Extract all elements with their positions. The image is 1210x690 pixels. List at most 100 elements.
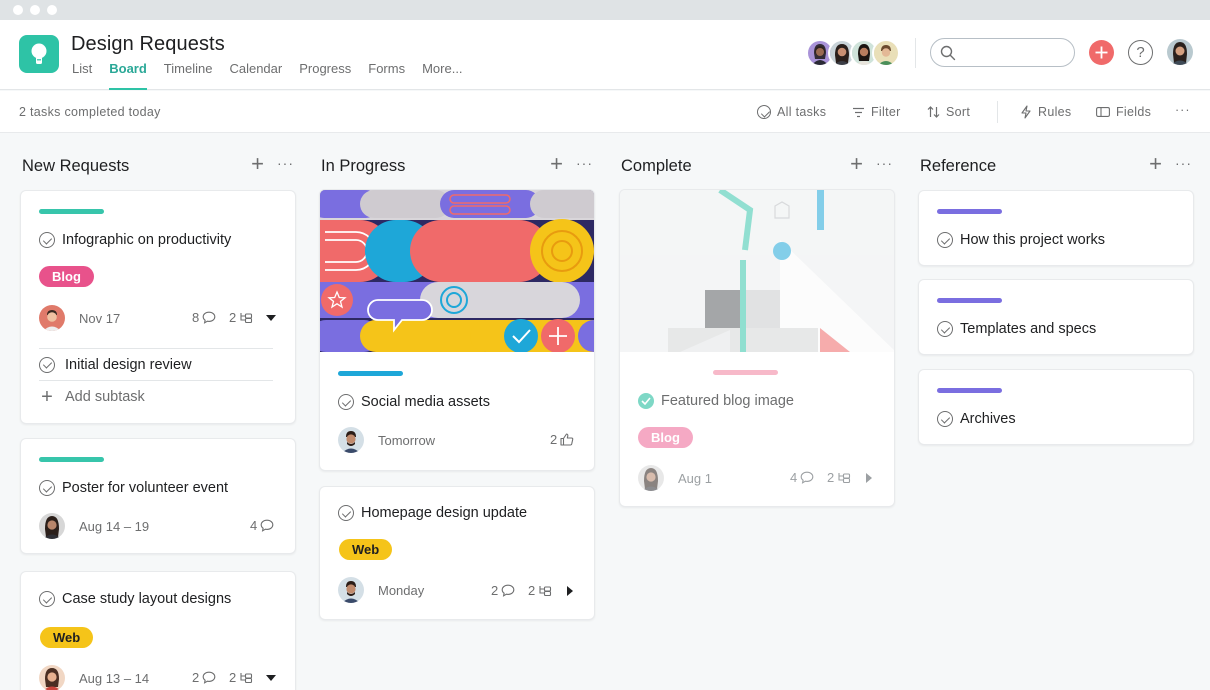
task-card[interactable]: Archives bbox=[918, 369, 1194, 445]
due-date[interactable]: Aug 14 – 19 bbox=[79, 519, 149, 534]
quick-add-button[interactable] bbox=[1089, 40, 1114, 65]
task-card[interactable]: Case study layout designs Web Aug 13 – 1… bbox=[20, 571, 296, 690]
task-title[interactable]: Archives bbox=[937, 411, 1016, 427]
caret-down-icon[interactable] bbox=[266, 315, 276, 321]
due-date[interactable]: Aug 13 – 14 bbox=[79, 671, 149, 686]
assignee-avatar[interactable] bbox=[338, 427, 364, 453]
subtask-count[interactable]: 2 bbox=[827, 470, 851, 485]
check-circle-icon[interactable] bbox=[39, 232, 55, 248]
sort-button[interactable]: Sort bbox=[927, 105, 970, 119]
add-task-button[interactable]: + bbox=[251, 152, 264, 176]
check-circle-icon[interactable] bbox=[39, 356, 55, 373]
task-card[interactable]: Homepage design update Web Monday 2 2 bbox=[319, 486, 595, 620]
tag-blog[interactable]: Blog bbox=[638, 427, 693, 448]
task-title[interactable]: Case study layout designs bbox=[39, 591, 231, 607]
task-title[interactable]: Homepage design update bbox=[338, 505, 527, 521]
add-subtask-button[interactable]: + Add subtask bbox=[39, 380, 273, 412]
subtask-item[interactable]: Initial design review bbox=[39, 348, 273, 380]
column-more-button[interactable]: ··· bbox=[277, 153, 294, 173]
column-more-button[interactable]: ··· bbox=[576, 153, 593, 173]
due-date[interactable]: Monday bbox=[378, 583, 424, 598]
column-new-requests: New Requests + ··· Infographic on produc… bbox=[20, 133, 298, 690]
column-header: New Requests + ··· bbox=[20, 133, 298, 189]
task-title[interactable]: Social media assets bbox=[338, 394, 490, 410]
caret-right-icon[interactable] bbox=[866, 473, 872, 483]
tab-progress[interactable]: Progress bbox=[299, 61, 351, 90]
rules-button[interactable]: Rules bbox=[1020, 105, 1071, 119]
check-circle-icon[interactable] bbox=[338, 505, 354, 521]
subtask-icon bbox=[838, 472, 851, 483]
task-title[interactable]: Poster for volunteer event bbox=[39, 480, 228, 496]
task-title[interactable]: Featured blog image bbox=[638, 393, 794, 409]
due-date[interactable]: Nov 17 bbox=[79, 311, 120, 326]
task-card[interactable]: How this project works bbox=[918, 190, 1194, 266]
app-logo-icon[interactable] bbox=[19, 35, 59, 73]
assignee-avatar[interactable] bbox=[39, 513, 65, 539]
column-title: Reference bbox=[920, 157, 997, 175]
check-circle-icon[interactable] bbox=[338, 394, 354, 410]
subtask-icon bbox=[240, 672, 253, 683]
tab-list[interactable]: List bbox=[72, 61, 92, 90]
task-card[interactable]: Poster for volunteer event Aug 14 – 19 4 bbox=[20, 438, 296, 554]
assignee-avatar[interactable] bbox=[638, 465, 664, 491]
filter-button[interactable]: Filter bbox=[852, 105, 901, 119]
tab-calendar[interactable]: Calendar bbox=[229, 61, 282, 90]
tab-board[interactable]: Board bbox=[109, 61, 147, 90]
comment-count[interactable]: 4 bbox=[790, 470, 814, 485]
tab-forms[interactable]: Forms bbox=[368, 61, 405, 90]
task-title[interactable]: Templates and specs bbox=[937, 321, 1096, 337]
task-card[interactable]: Featured blog image Blog Aug 1 4 2 bbox=[619, 189, 895, 507]
subtask-count[interactable]: 2 bbox=[229, 670, 253, 685]
comment-count[interactable]: 2 bbox=[192, 670, 216, 685]
add-task-button[interactable]: + bbox=[850, 152, 863, 176]
all-tasks-button[interactable]: All tasks bbox=[757, 105, 826, 119]
check-circle-icon[interactable] bbox=[39, 480, 55, 496]
subtask-icon bbox=[539, 585, 552, 596]
tag-blog[interactable]: Blog bbox=[39, 266, 94, 287]
task-card[interactable]: Templates and specs bbox=[918, 279, 1194, 355]
comment-count[interactable]: 8 bbox=[192, 310, 216, 325]
cover-image bbox=[320, 190, 594, 352]
project-members[interactable] bbox=[806, 39, 900, 67]
user-avatar[interactable] bbox=[1167, 39, 1193, 65]
window-minimize-dot[interactable] bbox=[30, 5, 40, 15]
column-more-button[interactable]: ··· bbox=[876, 153, 893, 173]
caret-down-icon[interactable] bbox=[266, 675, 276, 681]
window-close-dot[interactable] bbox=[13, 5, 23, 15]
comment-count[interactable]: 4 bbox=[250, 518, 274, 533]
caret-right-icon[interactable] bbox=[567, 586, 573, 596]
tag-web[interactable]: Web bbox=[40, 627, 94, 648]
assignee-avatar[interactable] bbox=[338, 577, 364, 603]
due-date[interactable]: Tomorrow bbox=[378, 433, 435, 448]
add-task-button[interactable]: + bbox=[1149, 152, 1162, 176]
check-circle-icon[interactable] bbox=[638, 393, 654, 409]
task-card[interactable]: Infographic on productivity Blog Nov 17 … bbox=[20, 190, 296, 424]
check-circle-icon[interactable] bbox=[937, 321, 953, 337]
subtask-count[interactable]: 2 bbox=[528, 583, 552, 598]
like-count[interactable]: 2 bbox=[550, 432, 574, 447]
task-card[interactable]: Social media assets Tomorrow 2 bbox=[319, 189, 595, 471]
tab-timeline[interactable]: Timeline bbox=[164, 61, 213, 90]
fields-icon bbox=[1096, 107, 1110, 117]
comment-count[interactable]: 2 bbox=[491, 583, 515, 598]
task-title[interactable]: How this project works bbox=[937, 232, 1105, 248]
window-maximize-dot[interactable] bbox=[47, 5, 57, 15]
fields-button[interactable]: Fields bbox=[1096, 105, 1151, 119]
comment-icon bbox=[501, 584, 515, 597]
add-task-button[interactable]: + bbox=[550, 152, 563, 176]
subtask-count[interactable]: 2 bbox=[229, 310, 253, 325]
assignee-avatar[interactable] bbox=[39, 305, 65, 331]
check-circle-icon[interactable] bbox=[937, 232, 953, 248]
tab-more[interactable]: More... bbox=[422, 61, 462, 90]
task-title[interactable]: Infographic on productivity bbox=[39, 232, 231, 248]
due-date[interactable]: Aug 1 bbox=[678, 471, 712, 486]
search-input[interactable] bbox=[930, 38, 1075, 67]
help-icon[interactable]: ? bbox=[1128, 40, 1153, 65]
sort-icon bbox=[927, 106, 940, 118]
toolbar-more-button[interactable]: ··· bbox=[1175, 103, 1191, 117]
tag-web[interactable]: Web bbox=[339, 539, 393, 560]
column-more-button[interactable]: ··· bbox=[1175, 153, 1192, 173]
assignee-avatar[interactable] bbox=[39, 665, 65, 690]
check-circle-icon[interactable] bbox=[937, 411, 953, 427]
check-circle-icon[interactable] bbox=[39, 591, 55, 607]
